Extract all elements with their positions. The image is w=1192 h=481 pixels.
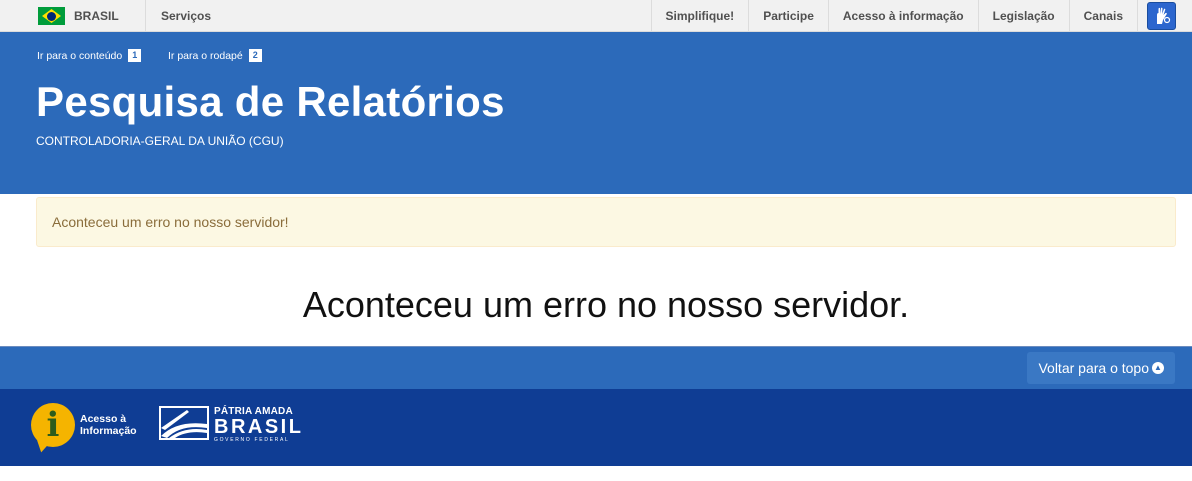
site-subtitle: CONTROLADORIA-GERAL DA UNIÃO (CGU): [36, 134, 284, 148]
nav-participe[interactable]: Participe: [748, 0, 828, 32]
skip-to-footer-link[interactable]: Ir para o rodapé 2: [168, 49, 262, 62]
brazil-flag-icon: [38, 7, 65, 25]
skip-to-footer-key: 2: [248, 49, 262, 62]
gov-nav: Simplifique! Participe Acesso à informaç…: [650, 0, 1138, 32]
services-link[interactable]: Serviços: [161, 0, 211, 32]
footer: i Acesso à Informação PÁTRIA AMADA BRASI…: [0, 389, 1192, 466]
site-title[interactable]: Pesquisa de Relatórios: [36, 78, 505, 126]
vlibras-hands-icon[interactable]: [1147, 2, 1176, 30]
skip-to-footer-label: Ir para o rodapé: [168, 49, 243, 62]
skip-to-content-key: 1: [128, 49, 142, 62]
brasil-label: BRASIL: [74, 9, 119, 23]
acesso-informacao-link[interactable]: i Acesso à Informação: [31, 403, 137, 447]
patria-amada-brasil-logo[interactable]: PÁTRIA AMADA BRASIL GOVERNO FEDERAL: [159, 406, 303, 444]
patria-brasil-text: BRASIL: [214, 416, 304, 438]
patria-mark-icon: [159, 406, 209, 440]
skip-to-content-link[interactable]: Ir para o conteúdo 1: [37, 49, 142, 62]
footer-top-bar: Voltar para o topo ▲: [0, 346, 1192, 389]
divider: [145, 0, 146, 32]
nav-simplifique[interactable]: Simplifique!: [650, 0, 749, 32]
acesso-line2: Informação: [80, 425, 137, 437]
nav-canais[interactable]: Canais: [1068, 0, 1138, 32]
error-heading: Aconteceu um erro no nosso servidor.: [302, 284, 910, 325]
nav-legislacao[interactable]: Legislação: [977, 0, 1069, 32]
error-alert: Aconteceu um erro no nosso servidor!: [36, 197, 1176, 247]
acesso-line1: Acesso à: [80, 413, 127, 425]
brasil-link[interactable]: BRASIL: [38, 0, 119, 32]
patria-gov-text: GOVERNO FEDERAL: [214, 437, 290, 443]
site-header: Ir para o conteúdo 1 Ir para o rodapé 2 …: [0, 32, 1192, 194]
nav-acesso-informacao[interactable]: Acesso à informação: [827, 0, 978, 32]
gov-bar: BRASIL Serviços Simplifique! Participe A…: [0, 0, 1192, 32]
acesso-informacao-logo: i: [31, 403, 75, 447]
chevron-up-circle-icon: ▲: [1152, 362, 1164, 374]
back-to-top-label: Voltar para o topo: [1038, 360, 1149, 376]
back-to-top-button[interactable]: Voltar para o topo ▲: [1027, 352, 1175, 384]
skip-to-content-label: Ir para o conteúdo: [37, 49, 123, 62]
